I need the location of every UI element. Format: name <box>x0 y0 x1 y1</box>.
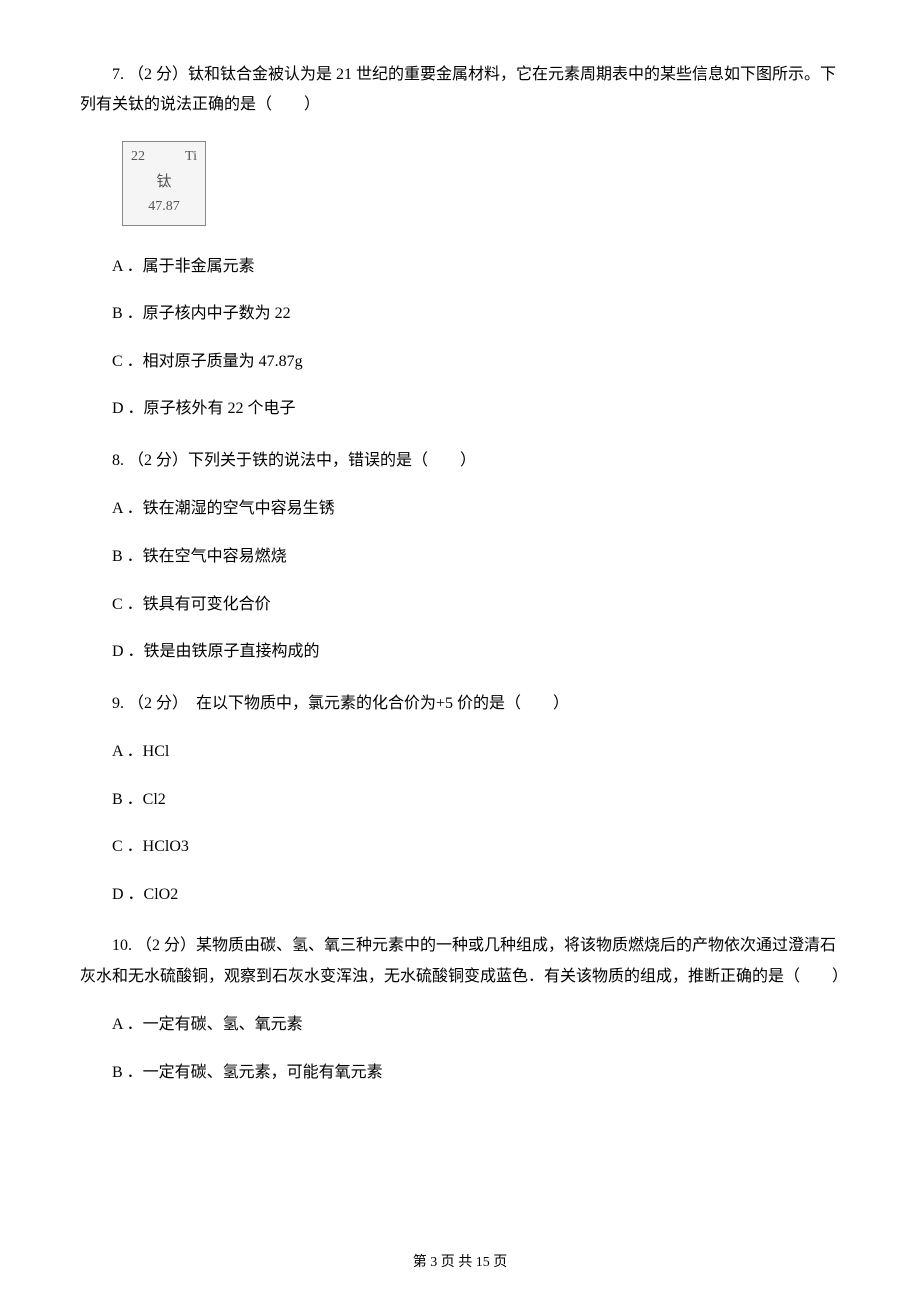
question-8: 8. （2 分）下列关于铁的说法中，错误的是（ ） A ．铁在潮湿的空气中容易生… <box>80 446 840 665</box>
atomic-mass: 47.87 <box>127 196 201 218</box>
option-d: D ．原子核外有 22 个电子 <box>80 396 840 422</box>
question-text: 9. （2 分） 在以下物质中，氯元素的化合价为+5 价的是（ ） <box>80 689 840 719</box>
question-text: 8. （2 分）下列关于铁的说法中，错误的是（ ） <box>80 446 840 476</box>
question-9: 9. （2 分） 在以下物质中，氯元素的化合价为+5 价的是（ ） A ．HCl… <box>80 689 840 908</box>
question-10: 10. （2 分）某物质由碳、氢、氧三种元素中的一种或几种组成，将该物质燃烧后的… <box>80 931 840 1085</box>
option-b: B ．铁在空气中容易燃烧 <box>80 544 840 570</box>
option-a: A ．一定有碳、氢、氧元素 <box>80 1012 840 1038</box>
option-a: A ．属于非金属元素 <box>80 254 840 280</box>
option-c: C ．HClO3 <box>80 834 840 860</box>
option-c: C ．铁具有可变化合价 <box>80 592 840 618</box>
option-b: B ．Cl2 <box>80 787 840 813</box>
question-text: 7. （2 分）钛和钛合金被认为是 21 世纪的重要金属材料，它在元素周期表中的… <box>80 60 840 121</box>
element-name: 钛 <box>127 170 201 194</box>
question-7: 7. （2 分）钛和钛合金被认为是 21 世纪的重要金属材料，它在元素周期表中的… <box>80 60 840 422</box>
periodic-element-box: 22 Ti 钛 47.87 <box>122 141 206 226</box>
element-symbol: Ti <box>185 146 197 168</box>
page-footer: 第 3 页 共 15 页 <box>0 1252 920 1274</box>
element-row1: 22 Ti <box>127 146 201 168</box>
option-a: A ．铁在潮湿的空气中容易生锈 <box>80 496 840 522</box>
option-d: D ．ClO2 <box>80 882 840 908</box>
question-text: 10. （2 分）某物质由碳、氢、氧三种元素中的一种或几种组成，将该物质燃烧后的… <box>80 931 840 992</box>
option-d: D ．铁是由铁原子直接构成的 <box>80 639 840 665</box>
atomic-number: 22 <box>131 146 145 168</box>
option-a: A ．HCl <box>80 739 840 765</box>
option-b: B ．一定有碳、氢元素，可能有氧元素 <box>80 1060 840 1086</box>
option-c: C ．相对原子质量为 47.87g <box>80 349 840 375</box>
option-b: B ．原子核内中子数为 22 <box>80 301 840 327</box>
